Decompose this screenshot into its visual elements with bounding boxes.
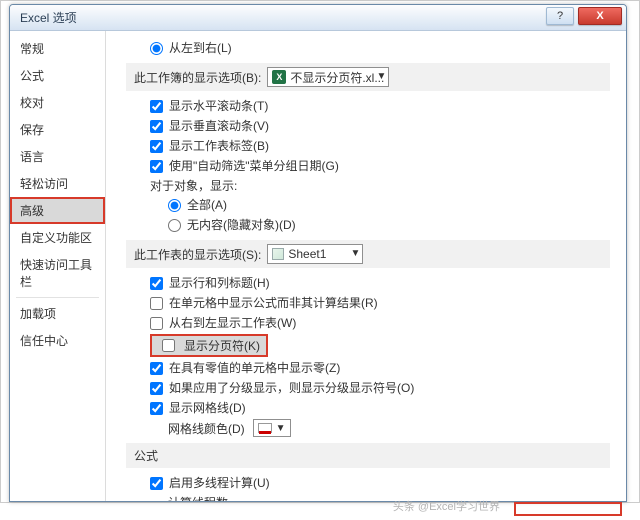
gridline-color-label: 网格线颜色(D) <box>168 420 245 437</box>
chk-rtl-sheet[interactable]: 从右到左显示工作表(W) <box>150 314 610 332</box>
checkbox-label: 显示垂直滚动条(V) <box>169 117 269 135</box>
gridline-color-row: 网格线颜色(D) ▼ <box>168 419 610 437</box>
radio-input[interactable] <box>150 42 163 55</box>
checkbox-input[interactable] <box>150 160 163 173</box>
sidebar-item-proofing[interactable]: 校对 <box>10 89 105 116</box>
workbook-display-group: 此工作簿的显示选项(B): X 不显示分页符.xl... ▼ <box>126 63 610 91</box>
sidebar-item-customize-ribbon[interactable]: 自定义功能区 <box>10 224 105 251</box>
checkbox-input[interactable] <box>150 140 163 153</box>
checkbox-label: 如果应用了分级显示，则显示分级显示符号(O) <box>169 379 414 397</box>
checkbox-label: 显示分页符(K) <box>184 337 260 355</box>
sidebar-item-save[interactable]: 保存 <box>10 116 105 143</box>
chk-gridlines[interactable]: 显示网格线(D) <box>150 399 610 417</box>
chk-multithread[interactable]: 启用多线程计算(U) <box>150 474 610 492</box>
checkbox-label: 启用多线程计算(U) <box>169 474 270 492</box>
group-title: 此工作表的显示选项(S): <box>134 246 261 263</box>
checkbox-label: 在具有零值的单元格中显示零(Z) <box>169 359 340 377</box>
radio-input[interactable] <box>168 219 181 232</box>
chk-show-formulas[interactable]: 在单元格中显示公式而非其计算结果(R) <box>150 294 610 312</box>
sidebar-item-trust-center[interactable]: 信任中心 <box>10 327 105 354</box>
sidebar-item-formulas[interactable]: 公式 <box>10 62 105 89</box>
checkbox-input[interactable] <box>150 317 163 330</box>
group-title: 此工作簿的显示选项(B): <box>134 69 261 86</box>
color-swatch-icon <box>258 423 272 433</box>
chevron-down-icon: ▼ <box>350 248 360 259</box>
content-panel: 从左到右(L) 此工作簿的显示选项(B): X 不显示分页符.xl... ▼ 显… <box>106 31 626 501</box>
checkbox-input[interactable] <box>150 477 163 490</box>
objects-nothing[interactable]: 无内容(隐藏对象)(D) <box>168 216 610 234</box>
radio-input[interactable] <box>168 199 181 212</box>
chk-show-zero[interactable]: 在具有零值的单元格中显示零(Z) <box>150 359 610 377</box>
chk-vscroll[interactable]: 显示垂直滚动条(V) <box>150 117 610 135</box>
sidebar-item-addins[interactable]: 加载项 <box>10 300 105 327</box>
checkbox-label: 显示工作表标签(B) <box>169 137 269 155</box>
gridline-color-picker[interactable]: ▼ <box>253 419 291 437</box>
chk-autofilter-group-dates[interactable]: 使用"自动筛选"菜单分组日期(G) <box>150 157 610 175</box>
combo-value: 不显示分页符.xl... <box>290 69 384 86</box>
formula-group: 公式 <box>126 443 610 468</box>
radio-label: 无内容(隐藏对象)(D) <box>187 216 296 234</box>
checkbox-input[interactable] <box>150 297 163 310</box>
chevron-down-icon: ▼ <box>376 71 386 82</box>
sidebar-item-language[interactable]: 语言 <box>10 143 105 170</box>
chk-headers[interactable]: 显示行和列标题(H) <box>150 274 610 292</box>
radio-label: 从左到右(L) <box>169 39 232 57</box>
annotation-box <box>514 502 622 516</box>
checkbox-input[interactable] <box>162 339 175 352</box>
checkbox-input[interactable] <box>150 120 163 133</box>
thread-count-label: 计算线程数 <box>168 494 610 501</box>
sidebar-item-general[interactable]: 常规 <box>10 35 105 62</box>
checkbox-input[interactable] <box>150 382 163 395</box>
radio-label: 全部(A) <box>187 196 227 214</box>
checkbox-label: 从右到左显示工作表(W) <box>169 314 296 332</box>
close-button[interactable]: X <box>578 7 622 25</box>
help-button[interactable]: ? <box>546 7 574 25</box>
checkbox-input[interactable] <box>150 402 163 415</box>
checkbox-label: 显示网格线(D) <box>169 399 246 417</box>
watermark-text: 头条 @Excel学习世界 <box>393 498 500 514</box>
checkbox-input[interactable] <box>150 277 163 290</box>
checkbox-label: 使用"自动筛选"菜单分组日期(G) <box>169 157 339 175</box>
category-sidebar: 常规 公式 校对 保存 语言 轻松访问 高级 自定义功能区 快速访问工具栏 加载… <box>10 31 106 501</box>
chk-sheettabs[interactable]: 显示工作表标签(B) <box>150 137 610 155</box>
chk-hscroll[interactable]: 显示水平滚动条(T) <box>150 97 610 115</box>
worksheet-combo[interactable]: Sheet1 ▼ <box>267 244 363 264</box>
sidebar-item-advanced[interactable]: 高级 <box>10 197 105 224</box>
combo-value: Sheet1 <box>288 247 326 261</box>
checkbox-label: 在单元格中显示公式而非其计算结果(R) <box>169 294 378 312</box>
group-title: 公式 <box>134 447 158 464</box>
sheet-icon <box>272 248 284 260</box>
chk-show-page-breaks[interactable]: 显示分页符(K) <box>150 334 268 357</box>
checkbox-label: 显示水平滚动条(T) <box>169 97 268 115</box>
excel-file-icon: X <box>272 70 286 84</box>
workbook-combo[interactable]: X 不显示分页符.xl... ▼ <box>267 67 389 87</box>
titlebar: Excel 选项 ? X <box>10 5 626 31</box>
sidebar-item-accessibility[interactable]: 轻松访问 <box>10 170 105 197</box>
chevron-down-icon: ▼ <box>276 423 286 434</box>
checkbox-input[interactable] <box>150 100 163 113</box>
objects-label: 对于对象，显示: <box>150 177 610 194</box>
chk-outline-symbols[interactable]: 如果应用了分级显示，则显示分级显示符号(O) <box>150 379 610 397</box>
orientation-ltr[interactable]: 从左到右(L) <box>150 39 610 57</box>
objects-all[interactable]: 全部(A) <box>168 196 610 214</box>
sidebar-item-quick-access[interactable]: 快速访问工具栏 <box>10 251 105 295</box>
worksheet-display-group: 此工作表的显示选项(S): Sheet1 ▼ <box>126 240 610 268</box>
checkbox-input[interactable] <box>150 362 163 375</box>
divider <box>16 297 99 298</box>
options-dialog: Excel 选项 ? X 常规 公式 校对 保存 语言 轻松访问 高级 自定义功… <box>9 4 627 502</box>
window-title: Excel 选项 <box>20 9 77 26</box>
checkbox-label: 显示行和列标题(H) <box>169 274 270 292</box>
